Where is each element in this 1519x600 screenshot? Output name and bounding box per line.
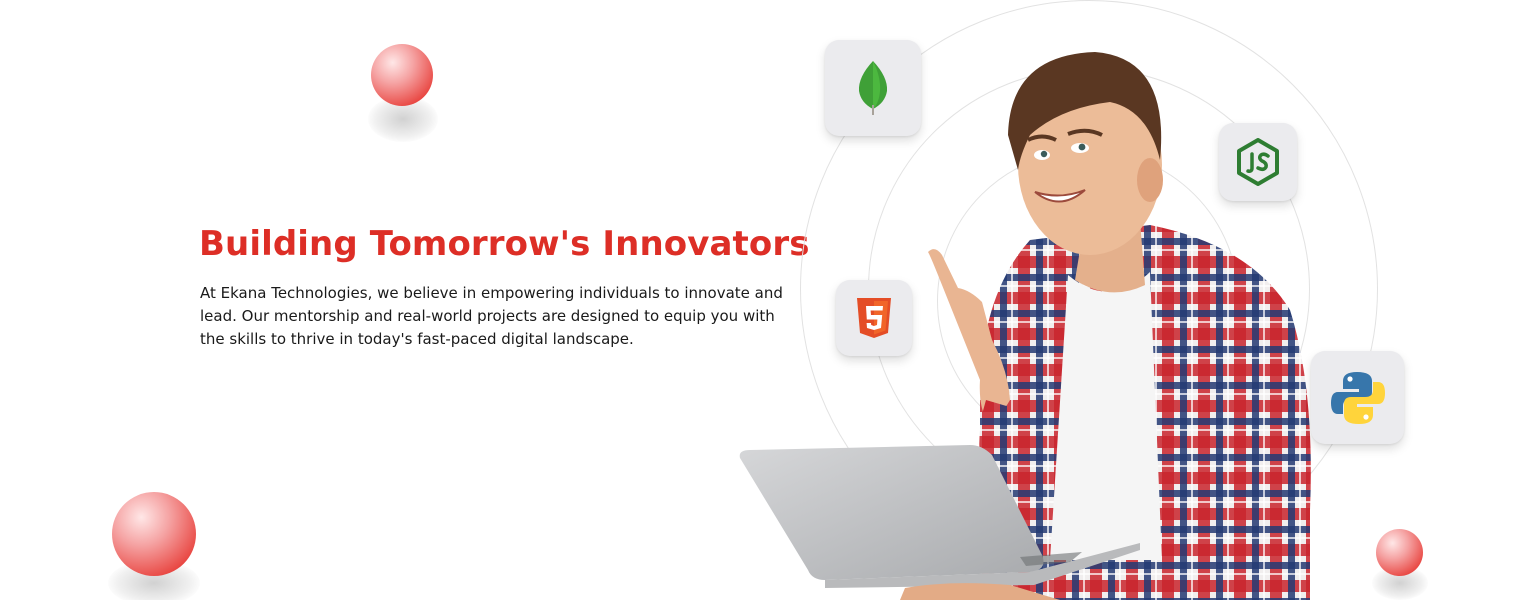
python-card [1311,351,1404,444]
html5-card [836,280,912,356]
decorative-ball-top [371,44,433,106]
python-icon [1330,371,1385,424]
mongodb-icon [858,61,888,115]
decorative-ball-bottom-right [1376,529,1423,576]
hero-section: Building Tomorrow's Innovators At Ekana … [0,0,1519,600]
decorative-ball-bottom-left [112,492,196,576]
hero-title: Building Tomorrow's Innovators [199,224,810,264]
hero-description: At Ekana Technologies, we believe in emp… [200,284,783,348]
nodejs-card [1219,123,1297,201]
html5-icon [857,298,891,338]
mongodb-card [825,40,921,136]
nodejs-icon [1237,138,1279,186]
